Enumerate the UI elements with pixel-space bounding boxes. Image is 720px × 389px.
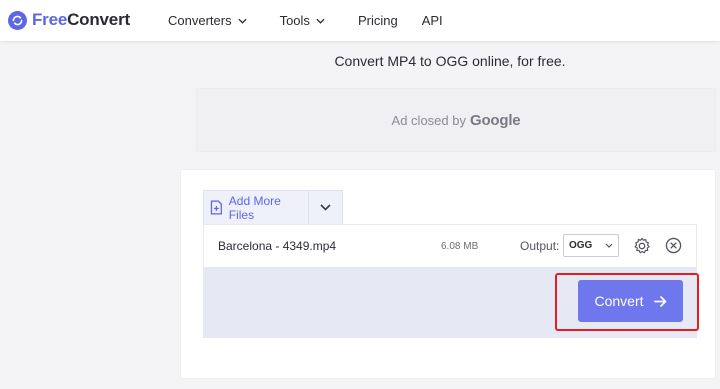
add-more-files-label: Add More Files	[228, 193, 281, 222]
nav-api-label: API	[421, 13, 443, 28]
remove-file-button[interactable]	[665, 237, 682, 259]
nav-converters[interactable]: Converters	[168, 13, 247, 28]
output-format-value: OGG	[569, 240, 593, 251]
file-row: Barcelona - 4349.mp4 6.08 MB Output: OGG	[203, 224, 697, 268]
page-tagline: Convert MP4 to OGG online, for free.	[334, 53, 566, 69]
convert-button-label: Convert	[594, 293, 644, 309]
nav-api[interactable]: API	[422, 13, 443, 28]
nav-tools[interactable]: Tools	[280, 13, 325, 28]
ad-placeholder: Ad closed by Google	[196, 88, 716, 152]
convert-panel: Convert	[203, 268, 697, 338]
logo-text: FreeConvert	[32, 10, 130, 30]
chevron-down-icon	[320, 204, 331, 211]
add-files-dropdown-toggle[interactable]	[308, 191, 342, 224]
nav-pricing-label: Pricing	[357, 13, 398, 28]
logo-text-convert: Convert	[67, 10, 130, 29]
converter-card: Add More Files Barcelona - 4349.mp4 6.08…	[180, 169, 716, 379]
chevron-down-icon	[238, 18, 247, 24]
add-more-files-button[interactable]: Add More Files	[204, 191, 308, 224]
logo-text-free: Free	[32, 10, 68, 29]
chevron-down-icon	[605, 243, 613, 248]
close-circle-icon	[665, 237, 682, 254]
convert-button[interactable]: Convert	[578, 280, 683, 322]
main-nav: Converters Tools Pricing API	[168, 0, 476, 41]
refresh-logo-icon	[8, 10, 27, 30]
arrow-right-icon	[653, 295, 666, 307]
file-size: 6.08 MB	[441, 240, 479, 252]
output-format-select[interactable]: OGG	[563, 234, 619, 257]
chevron-down-icon	[316, 18, 325, 24]
nav-converters-label: Converters	[168, 13, 232, 28]
freeconvert-logo[interactable]: FreeConvert	[8, 10, 130, 30]
google-wordmark: Google	[469, 111, 521, 129]
add-files-control: Add More Files	[203, 190, 343, 225]
output-label: Output:	[520, 239, 560, 253]
file-name: Barcelona - 4349.mp4	[218, 239, 337, 253]
settings-gear-button[interactable]	[633, 237, 651, 260]
nav-tools-label: Tools	[279, 13, 310, 28]
file-plus-icon	[210, 200, 222, 215]
ad-closed-text: Ad closed by	[391, 112, 466, 128]
top-header: FreeConvert Converters Tools Pricing API	[0, 0, 720, 41]
gear-icon	[634, 237, 650, 254]
nav-pricing[interactable]: Pricing	[358, 13, 398, 28]
